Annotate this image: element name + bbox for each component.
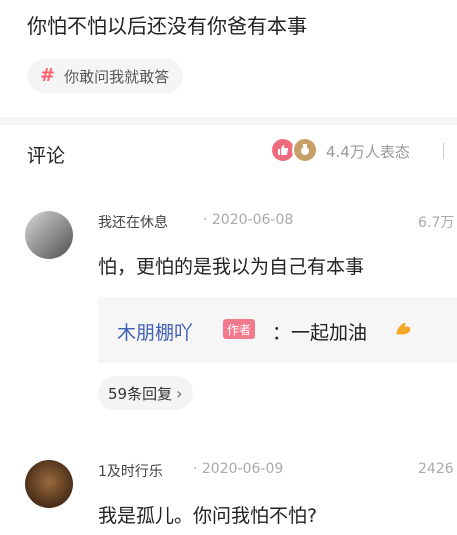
topic-tag[interactable]: # 你敢问我就敢答 [27, 59, 184, 93]
view-replies-button[interactable]: 59条回复 › [98, 376, 193, 410]
comments-title: 评论 [27, 145, 66, 167]
reaction-count[interactable]: 4.4万人表态 [326, 141, 410, 162]
muscle-icon [392, 316, 414, 343]
comment-username[interactable]: 1及时行乐 [98, 461, 163, 481]
topic-text: 你敢问我就敢答 [64, 67, 170, 86]
author-badge: 作者 [223, 319, 256, 339]
comment-text: 我是孤儿。你问我怕不怕? [98, 505, 318, 527]
comment-username[interactable]: 我还在休息 [98, 212, 168, 232]
replies-count: 59条回复 [108, 384, 173, 403]
comment-text: 怕，更怕的是我以为自己有本事 [98, 256, 365, 278]
comment-date: · 2020-06-08 [203, 212, 294, 228]
avatar[interactable] [25, 211, 73, 259]
reply-text: ：一起加油 [272, 322, 368, 344]
reaction-icons[interactable] [270, 137, 322, 165]
avatar[interactable] [25, 460, 73, 508]
medal-icon [292, 137, 318, 163]
reply-author[interactable]: 木朋棚吖 [117, 318, 193, 345]
section-divider [0, 117, 457, 125]
like-count[interactable]: 6.7万 [418, 212, 454, 232]
hash-icon: # [40, 65, 56, 86]
chevron-right-icon: › [176, 383, 183, 403]
question-title: 你怕不怕以后还没有你爸有本事 [27, 14, 307, 38]
like-count[interactable]: 2426 [418, 461, 454, 477]
header-divider [443, 143, 444, 159]
comment-date: · 2020-06-09 [193, 461, 284, 477]
